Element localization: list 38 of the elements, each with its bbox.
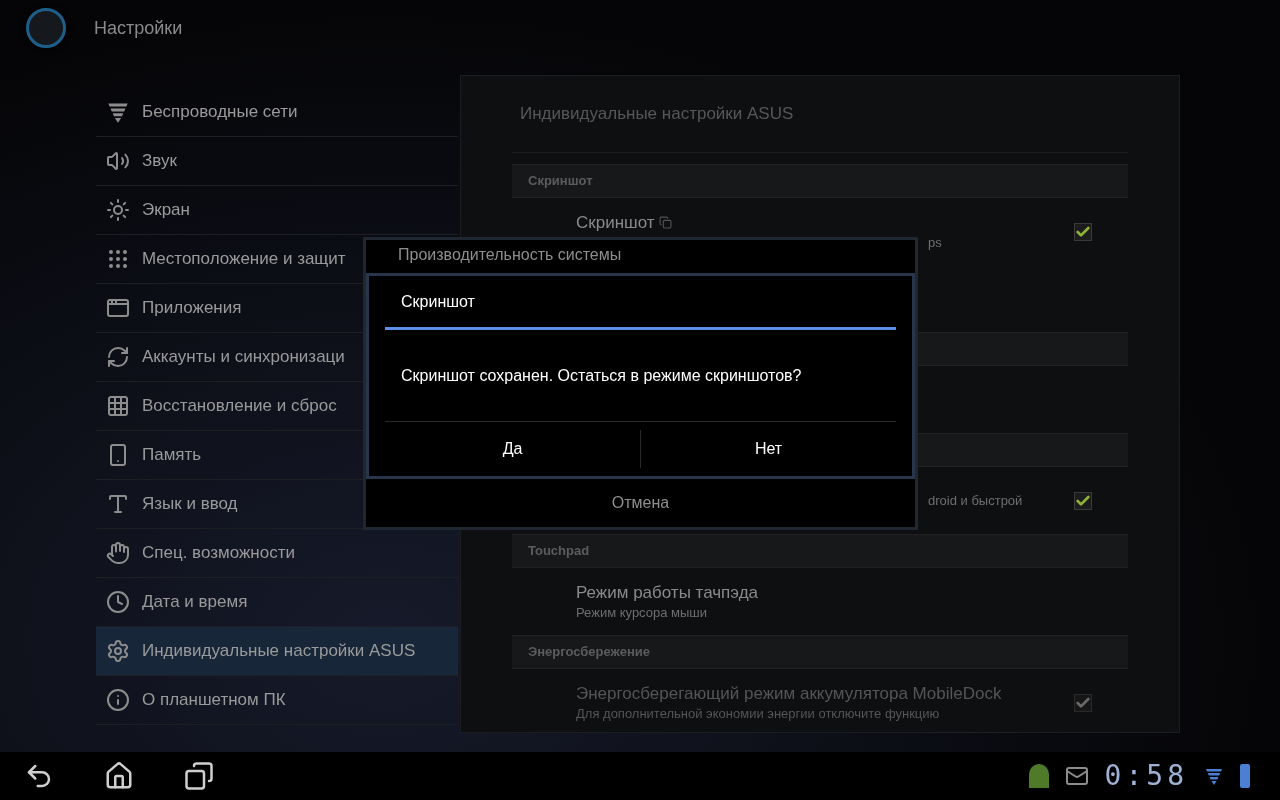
speaker-icon	[106, 149, 130, 173]
letter-icon	[106, 492, 130, 516]
copy-icon	[658, 216, 672, 229]
screen-title: Настройки	[94, 16, 183, 40]
sidebar-item[interactable]: Экран	[96, 186, 458, 235]
clock-time[interactable]: 0:58	[1104, 755, 1188, 797]
sync-icon	[106, 345, 130, 369]
section-title: Энергосбережение	[528, 643, 650, 662]
info-icon	[106, 688, 130, 712]
clock-icon	[106, 590, 130, 614]
checkbox[interactable]	[1074, 222, 1092, 241]
recent-apps-icon[interactable]	[184, 761, 214, 791]
sidebar-item[interactable]: Беспроводные сети	[96, 88, 458, 137]
home-icon[interactable]	[104, 761, 134, 791]
app-window-icon	[106, 296, 130, 320]
section-title: Touchpad	[528, 542, 590, 561]
hand-icon	[106, 541, 130, 565]
setting-title: Режим работы тачпэда	[576, 581, 758, 604]
mail-icon[interactable]	[1064, 764, 1089, 788]
section-title: Скриншот	[528, 172, 593, 191]
app-icon	[26, 8, 66, 48]
grid-icon	[106, 394, 130, 418]
setting-summary: Для дополнительной экономии энергии отключите функцию	[576, 704, 941, 723]
checkbox[interactable]	[1074, 491, 1092, 510]
sidebar-item[interactable]: О планшетном ПК	[96, 676, 458, 725]
panel-title: Индивидуальные настройки ASUS	[519, 103, 794, 126]
sidebar-item[interactable]: Звук	[96, 137, 458, 186]
dialog-button[interactable]: Нет	[641, 422, 896, 476]
sidebar-item[interactable]: Индивидуальные настройки ASUS	[96, 627, 458, 676]
dots-grid-icon	[106, 247, 130, 271]
setting-summary: droid и быстрой	[928, 491, 1024, 510]
setting-title: Энергосберегающий режим аккумулятора MobileDock	[576, 682, 1002, 705]
setting-summary: Режим курсора мыши	[576, 603, 709, 622]
android-icon[interactable]	[1028, 764, 1049, 788]
gear-icon	[106, 639, 130, 663]
setting-summary: ps	[928, 233, 943, 252]
brightness-icon	[106, 198, 130, 222]
setting-title: Скриншот	[576, 211, 655, 234]
